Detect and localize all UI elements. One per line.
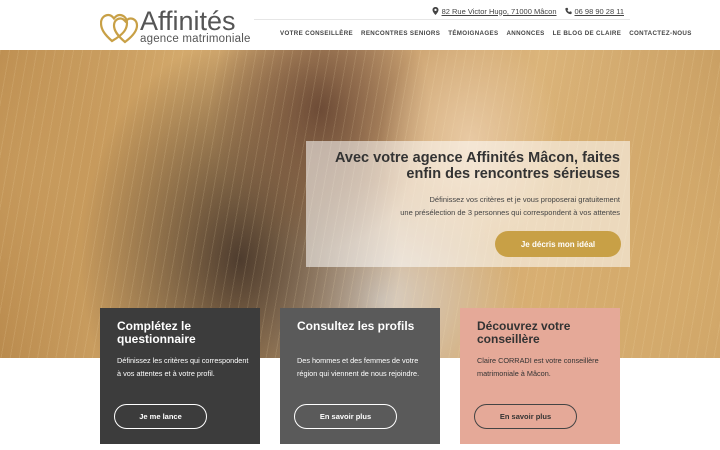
- phone-icon: [564, 7, 572, 15]
- main-nav: VOTRE CONSEILLÈRE RENCONTRES SENIORS TÉM…: [280, 30, 696, 37]
- address-link[interactable]: 82 Rue Victor Hugo, 71000 Mâcon: [432, 7, 557, 16]
- brand-tagline: agence matrimoniale: [140, 33, 251, 45]
- profiles-more-button[interactable]: En savoir plus: [294, 404, 397, 429]
- nav-item-contact[interactable]: CONTACTEZ-NOUS: [625, 30, 696, 37]
- header-divider: [254, 19, 630, 20]
- card-questionnaire: Complétez le questionnaire Définissez le…: [100, 308, 260, 444]
- start-questionnaire-button[interactable]: Je me lance: [114, 404, 207, 429]
- hero-title: Avec votre agence Affinités Mâcon, faite…: [335, 150, 620, 182]
- site-header: Affinités agence matrimoniale 82 Rue Vic…: [0, 0, 720, 50]
- card-title: Complétez le questionnaire: [117, 319, 196, 346]
- nav-item-blog[interactable]: LE BLOG DE CLAIRE: [549, 30, 626, 37]
- advisor-more-button[interactable]: En savoir plus: [474, 404, 577, 429]
- brand-logo[interactable]: Affinités agence matrimoniale: [100, 6, 251, 46]
- card-text: Des hommes et des femmes de votre région…: [297, 356, 420, 378]
- hero-card: Avec votre agence Affinités Mâcon, faite…: [306, 141, 630, 267]
- hero-text-line-1: Définissez vos critères et je vous propo…: [429, 195, 620, 204]
- nav-item-rencontres-seniors[interactable]: RENCONTRES SENIORS: [357, 30, 444, 37]
- hero-text-line-2: une présélection de 3 personnes qui corr…: [400, 208, 620, 217]
- nav-item-annonces[interactable]: ANNONCES: [502, 30, 548, 37]
- card-advisor: Découvrez votre conseillère Claire CORRA…: [460, 308, 620, 444]
- phone-text: 06 98 90 28 11: [574, 6, 625, 16]
- card-profiles: Consultez les profils Des hommes et des …: [280, 308, 440, 444]
- hearts-logo-icon: [100, 13, 139, 44]
- card-title: Découvrez votre conseillère: [477, 319, 571, 346]
- map-pin-icon: [432, 7, 439, 15]
- address-text: 82 Rue Victor Hugo, 71000 Mâcon: [441, 6, 557, 16]
- describe-ideal-button[interactable]: Je décris mon idéal: [495, 231, 621, 257]
- card-text: Définissez les critères qui corresponden…: [117, 356, 249, 378]
- phone-link[interactable]: 06 98 90 28 11: [564, 6, 625, 16]
- card-title: Consultez les profils: [297, 319, 415, 333]
- nav-item-conseillere[interactable]: VOTRE CONSEILLÈRE: [280, 30, 357, 37]
- card-text: Claire CORRADI est votre conseillère mat…: [477, 356, 599, 378]
- hero-text: Définissez vos critères et je vous propo…: [320, 193, 620, 219]
- nav-item-temoignages[interactable]: TÉMOIGNAGES: [444, 30, 502, 37]
- contact-bar: 82 Rue Victor Hugo, 71000 Mâcon 06 98 90…: [432, 5, 624, 17]
